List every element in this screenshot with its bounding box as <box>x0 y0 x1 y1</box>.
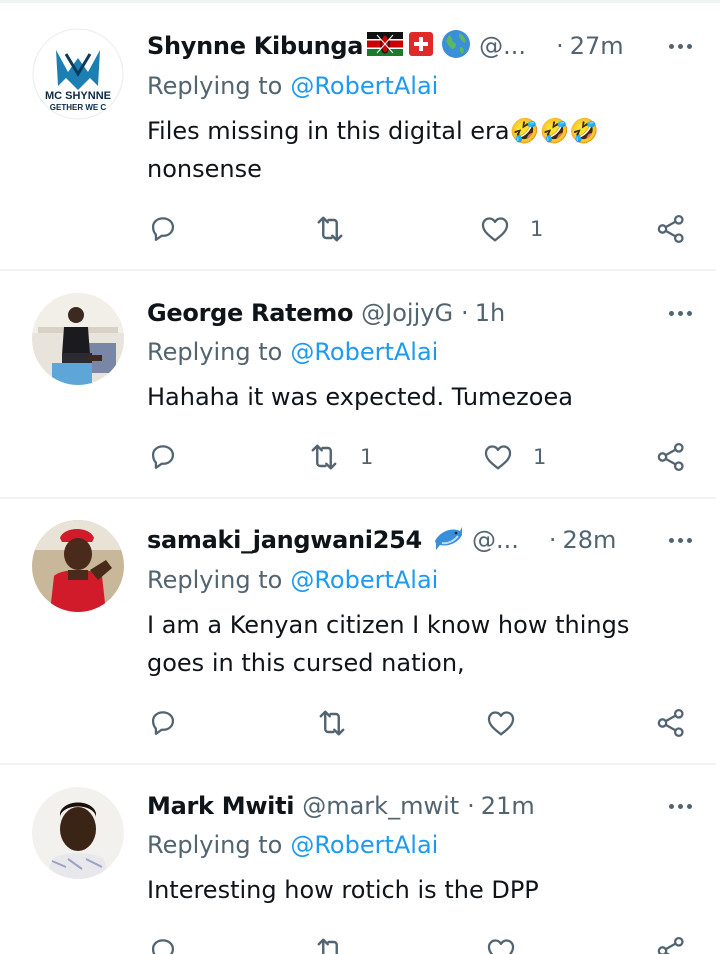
tweet-text-line: Files missing in this digital era🤣🤣🤣 <box>147 117 600 145</box>
share-button[interactable] <box>654 209 688 249</box>
timestamp[interactable]: 1h <box>475 299 505 327</box>
avatar-logo-text: MC SHYNNE <box>45 90 111 102</box>
like-button[interactable]: 1 <box>481 437 546 477</box>
more-icon[interactable] <box>652 295 692 331</box>
reply-button[interactable] <box>146 931 180 954</box>
tweet-text-line: goes in this cursed nation, <box>147 649 465 677</box>
like-count: 1 <box>533 445 547 469</box>
globe-icon <box>441 29 471 63</box>
retweet-button[interactable] <box>314 703 368 743</box>
share-icon <box>657 214 684 244</box>
replying-to-label: Replying to <box>147 831 283 859</box>
handle[interactable]: @... <box>479 32 526 60</box>
retweet-count: 1 <box>360 445 374 469</box>
tweet-actions: 1 <box>0 209 720 249</box>
tweet-header: Mark Mwiti @mark_mwit · 21m <box>147 788 692 824</box>
replying-to: Replying to @RobertAlai <box>147 566 438 594</box>
avatar[interactable] <box>32 293 124 385</box>
like-count: 1 <box>530 217 544 241</box>
reply-icon <box>151 939 175 954</box>
replying-to: Replying to @RobertAlai <box>147 338 438 366</box>
handle[interactable]: @mark_mwit <box>302 792 459 820</box>
retweet-icon <box>317 938 338 954</box>
reply-button[interactable] <box>146 703 198 743</box>
tweet-header: George Ratemo @JojjyG · 1h <box>147 295 692 331</box>
tweet-actions <box>0 703 720 743</box>
retweet-icon <box>319 710 345 736</box>
tweet-text-line: nonsense <box>147 155 262 183</box>
reply-icon <box>151 217 175 241</box>
tweet[interactable]: MC SHYNNE GETHER WE C Shynne Kibunga @..… <box>0 0 720 270</box>
mention-link[interactable]: @RobertAlai <box>290 566 438 594</box>
retweet-icon <box>311 444 337 470</box>
separator-dot: · <box>461 299 469 327</box>
mention-link[interactable]: @RobertAlai <box>290 338 438 366</box>
reply-button[interactable] <box>146 437 198 477</box>
avatar[interactable] <box>32 787 124 879</box>
heart-icon <box>487 711 515 736</box>
reply-icon <box>151 445 175 469</box>
display-name[interactable]: Mark Mwiti <box>147 792 295 820</box>
timestamp[interactable]: 27m <box>570 32 624 60</box>
dolphin-icon <box>432 523 464 557</box>
replying-to-label: Replying to <box>147 72 283 100</box>
tweet-text: Interesting how rotich is the DPP <box>147 871 687 909</box>
more-icon[interactable] <box>652 788 692 824</box>
tweet-actions <box>0 931 720 954</box>
tweet-actions: 1 1 <box>0 437 720 477</box>
tweet-text-line: Interesting how rotich is the DPP <box>147 876 539 904</box>
tweet[interactable]: George Ratemo @JojjyG · 1h Replying to @R… <box>0 271 720 498</box>
tweet-text: Hahaha it was expected. Tumezoea <box>147 378 687 416</box>
retweet-button[interactable] <box>312 931 348 954</box>
reply-button[interactable] <box>146 209 198 249</box>
avatar[interactable] <box>32 520 124 612</box>
tweet-header: Shynne Kibunga @... · 27m <box>147 28 692 64</box>
mention-link[interactable]: @RobertAlai <box>290 72 438 100</box>
share-icon <box>657 708 684 738</box>
retweet-button[interactable] <box>312 209 366 249</box>
tweet-text: Files missing in this digital era🤣🤣🤣 non… <box>147 112 687 188</box>
tweet[interactable]: Mark Mwiti @mark_mwit · 21m Replying to @… <box>0 765 720 954</box>
replying-to: Replying to @RobertAlai <box>147 72 438 100</box>
tweet-text: I am a Kenyan citizen I know how things … <box>147 606 687 682</box>
timestamp[interactable]: 28m <box>562 526 616 554</box>
handle[interactable]: @JojjyG <box>361 299 453 327</box>
retweet-button[interactable]: 1 <box>306 437 373 477</box>
replying-to-label: Replying to <box>147 566 283 594</box>
reply-icon <box>151 711 175 735</box>
share-icon <box>657 936 684 954</box>
separator-dot: · <box>548 526 557 554</box>
more-icon[interactable] <box>652 28 692 64</box>
tweet-text-line: Hahaha it was expected. Tumezoea <box>147 383 573 411</box>
heart-icon <box>487 939 515 954</box>
more-icon[interactable] <box>652 522 692 558</box>
share-button[interactable] <box>654 437 688 477</box>
mention-link[interactable]: @RobertAlai <box>290 831 438 859</box>
swiss-flag-icon <box>409 32 434 60</box>
tweet[interactable]: samaki_jangwani254 @... · 28m Replying t… <box>0 499 720 764</box>
replying-to: Replying to @RobertAlai <box>147 831 438 859</box>
like-button[interactable]: 1 <box>478 209 543 249</box>
heart-icon <box>484 445 512 470</box>
handle[interactable]: @... <box>472 526 519 554</box>
display-name[interactable]: Shynne Kibunga <box>147 32 363 60</box>
share-icon <box>657 442 684 472</box>
avatar-logo-subtext: GETHER WE C <box>50 103 107 112</box>
display-name[interactable]: George Ratemo <box>147 299 353 327</box>
tweet-text-line: I am a Kenyan citizen I know how things <box>147 611 630 639</box>
timestamp[interactable]: 21m <box>481 792 535 820</box>
share-button[interactable] <box>654 931 688 954</box>
like-button[interactable] <box>484 703 536 743</box>
heart-icon <box>481 217 509 242</box>
separator-dot: · <box>467 792 475 820</box>
display-name[interactable]: samaki_jangwani254 <box>147 526 422 554</box>
avatar[interactable]: MC SHYNNE GETHER WE C <box>32 28 124 120</box>
separator-dot: · <box>556 32 564 60</box>
retweet-icon <box>317 216 343 242</box>
share-button[interactable] <box>654 703 688 743</box>
replying-to-label: Replying to <box>147 338 283 366</box>
kenya-flag-icon <box>367 32 404 60</box>
like-button[interactable] <box>484 931 518 954</box>
tweet-header: samaki_jangwani254 @... · 28m <box>147 522 692 558</box>
